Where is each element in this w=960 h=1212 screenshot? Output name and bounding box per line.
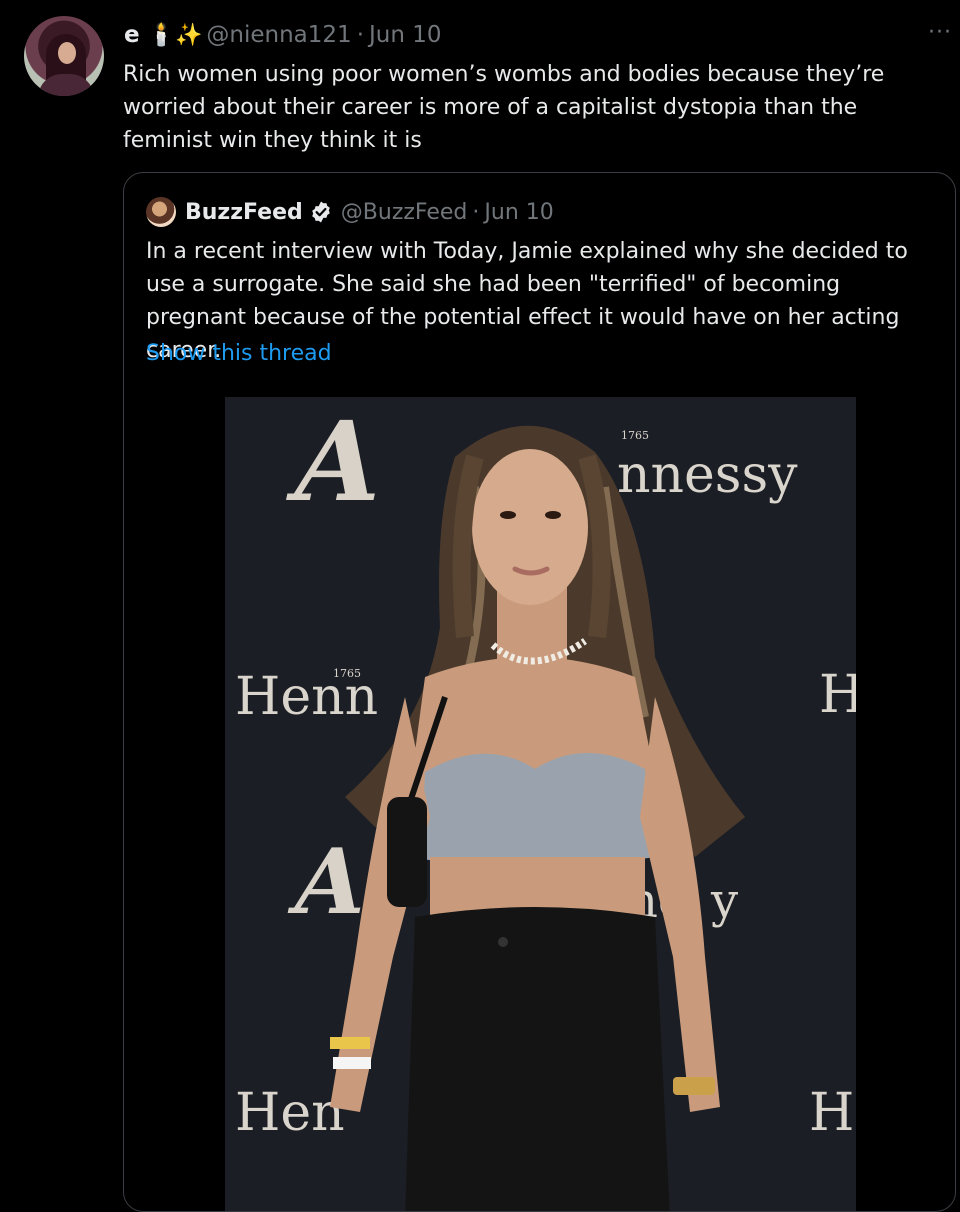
author-emojis: 🕯️✨ [147, 22, 203, 48]
author-handle[interactable]: @nienna121 [206, 22, 351, 48]
quoted-avatar[interactable] [146, 197, 176, 227]
tweet-date[interactable]: Jun 10 [369, 22, 442, 48]
avatar-face [58, 42, 76, 64]
person-illustration [330, 425, 745, 1211]
verified-badge-icon [311, 201, 330, 223]
quoted-photo[interactable]: A A nnessy 1765 Henn 1765 H ne y Hen H [225, 397, 856, 1211]
quoted-separator: · [472, 199, 480, 225]
author-name[interactable]: e [124, 22, 140, 48]
quoted-header: BuzzFeed @BuzzFeed · Jun 10 [146, 197, 554, 227]
author-avatar[interactable] [24, 16, 104, 96]
quoted-handle[interactable]: @BuzzFeed [341, 200, 468, 225]
show-thread-link[interactable]: Show this thread [146, 341, 332, 366]
tweet-header: e 🕯️✨ @nienna121 · Jun 10 [124, 18, 442, 52]
quoted-date[interactable]: Jun 10 [484, 200, 553, 225]
separator: · [356, 22, 364, 48]
tweet[interactable]: e 🕯️✨ @nienna121 · Jun 10 ··· Rich women… [0, 0, 960, 1212]
more-options-icon[interactable]: ··· [928, 20, 952, 45]
quoted-author-name[interactable]: BuzzFeed [185, 200, 303, 225]
tweet-text: Rich women using poor women’s wombs and … [123, 62, 885, 153]
quoted-tweet[interactable]: BuzzFeed @BuzzFeed · Jun 10 In a recent … [123, 172, 956, 1212]
